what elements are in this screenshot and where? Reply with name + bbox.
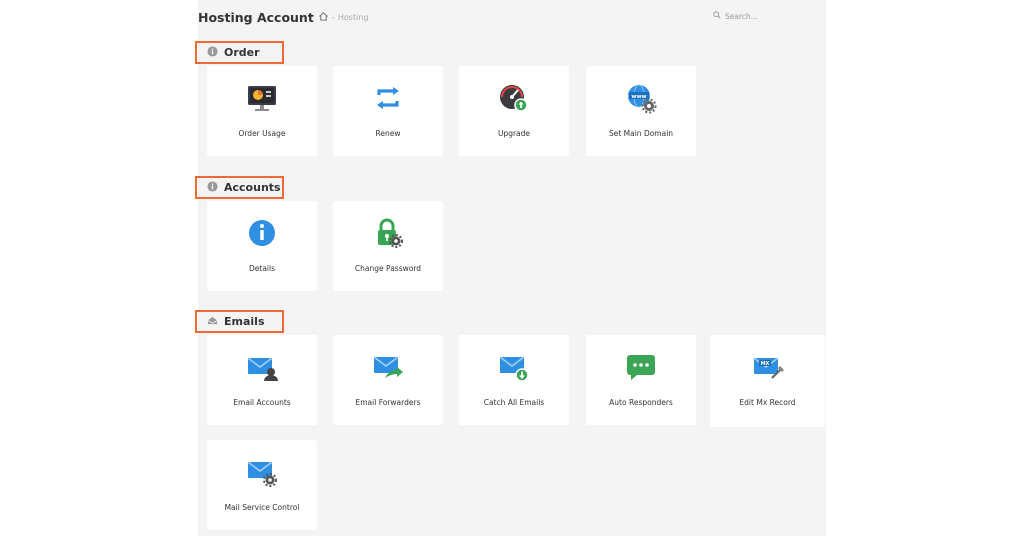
tile-label: Upgrade [497, 129, 531, 138]
tile-email-forwarders[interactable]: Email Forwarders [333, 335, 443, 425]
tile-label: Details [248, 264, 275, 273]
tile-renew[interactable]: Renew [333, 66, 443, 156]
home-icon[interactable] [318, 11, 329, 24]
search-box[interactable]: Search... [713, 11, 758, 21]
lock-gear-icon [371, 216, 405, 250]
tile-label: Mail Service Control [224, 503, 300, 512]
tile-label: Email Forwarders [355, 398, 421, 407]
svg-text:MX: MX [760, 361, 769, 367]
tile-label: Catch All Emails [483, 398, 545, 407]
search-icon [713, 11, 721, 21]
envelope-mx-icon: MX [751, 350, 785, 384]
monitor-chart-icon [245, 81, 279, 115]
svg-text:www: www [631, 94, 646, 100]
breadcrumb-separator: - [332, 13, 335, 22]
renew-arrows-icon [371, 81, 405, 115]
envelope-gear-icon [245, 455, 279, 489]
section-emails-title: Emails [224, 315, 265, 328]
tile-label: Renew [375, 129, 401, 138]
tile-label: Email Accounts [233, 398, 291, 407]
chat-bubble-icon [624, 350, 658, 384]
breadcrumb-hosting[interactable]: Hosting [338, 13, 369, 22]
tile-label: Set Main Domain [608, 129, 674, 138]
tile-catch-all-emails[interactable]: Catch All Emails [459, 335, 569, 425]
envelope-user-icon [245, 350, 279, 384]
tile-details[interactable]: Details [207, 201, 317, 291]
search-placeholder: Search... [725, 11, 758, 21]
tile-order-usage[interactable]: Order Usage [207, 66, 317, 156]
tile-label: Auto Responders [609, 398, 673, 407]
speedometer-upgrade-icon [497, 81, 531, 115]
tile-auto-responders[interactable]: Auto Responders [586, 335, 696, 425]
tile-edit-mx-record[interactable]: MX Edit Mx Record [710, 335, 825, 427]
tile-label: Order Usage [238, 129, 286, 138]
section-accounts-header: Accounts [195, 176, 284, 199]
section-order-header: Order [195, 41, 284, 64]
breadcrumb: - Hosting [318, 11, 368, 24]
tile-email-accounts[interactable]: Email Accounts [207, 335, 317, 425]
tile-set-main-domain[interactable]: www Set Main Domain [586, 66, 696, 156]
envelope-forward-icon [371, 350, 405, 384]
tile-change-password[interactable]: Change Password [333, 201, 443, 291]
tile-upgrade[interactable]: Upgrade [459, 66, 569, 156]
section-emails-header: Emails [195, 310, 284, 333]
info-icon [207, 180, 218, 195]
www-globe-gear-icon: www [624, 81, 658, 115]
info-icon [245, 216, 279, 250]
section-accounts-title: Accounts [224, 181, 281, 194]
envelope-icon [207, 315, 218, 329]
tile-label: Change Password [354, 264, 422, 273]
info-icon [207, 45, 218, 60]
section-order-title: Order [224, 46, 260, 59]
envelope-download-icon [497, 350, 531, 384]
page-title: Hosting Account [198, 10, 314, 25]
tile-mail-service-control[interactable]: Mail Service Control [207, 440, 317, 530]
tile-label: Edit Mx Record [739, 398, 796, 407]
